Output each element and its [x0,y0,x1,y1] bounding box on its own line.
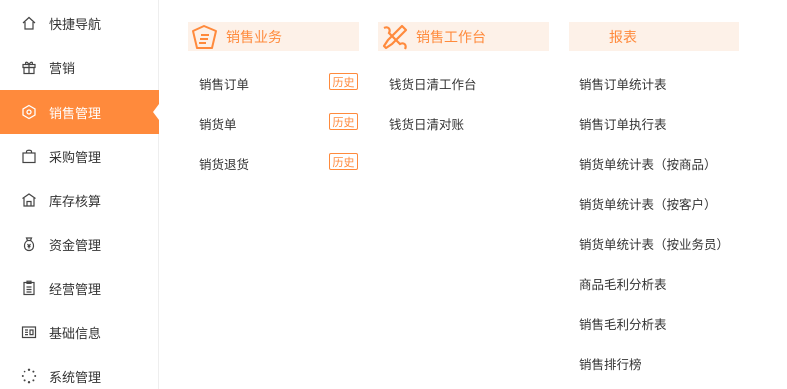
sidebar-item-marketing[interactable]: 营销 [0,45,159,89]
sales-order-link[interactable]: 销售订单 [199,74,249,93]
sales-workbench-header: 销售工作台 [378,22,549,51]
sidebar-item-purchase-management[interactable]: 采购管理 [0,134,159,178]
sidebar-item-label: 库存核算 [49,194,102,210]
warehouse-icon [20,192,37,209]
report-link[interactable]: 销货单统计表（按商品） [579,154,717,173]
report-link[interactable]: 销货单统计表（按业务员） [579,234,729,253]
sidebar-item-label: 资金管理 [49,238,102,254]
reports-header: 报表 [569,22,739,51]
sidebar-item-inventory-accounting[interactable]: 库存核算 [0,178,159,222]
sales-icon [20,104,37,121]
sales-document-icon [190,22,220,52]
daily-cash-reconciliation-link[interactable]: 钱货日清对账 [389,114,464,133]
report-link[interactable]: 销售排行榜 [579,354,642,373]
sidebar-item-label: 基础信息 [49,326,102,342]
settings-spinner-icon [20,368,37,385]
gift-icon [20,59,37,76]
sales-order-history-tag[interactable]: 历史 [329,73,358,90]
report-link[interactable]: 商品毛利分析表 [579,274,667,293]
sidebar-item-label: 经营管理 [49,282,102,298]
reports-title: 报表 [609,29,637,46]
sidebar-item-sales-management[interactable]: 销售管理 [0,90,159,134]
report-link[interactable]: 销售毛利分析表 [579,314,667,333]
sales-invoice-link[interactable]: 销货单 [199,114,237,133]
sales-business-header: 销售业务 [188,22,359,51]
sidebar-item-system-management[interactable]: 系统管理 [0,354,159,389]
sales-business-title: 销售业务 [226,29,282,46]
sidebar-item-label: 采购管理 [49,150,102,166]
home-icon [20,15,37,32]
sidebar-item-fund-management[interactable]: 资金管理 [0,222,159,266]
sidebar: 快捷导航 营销 销售管理 采购管理 库存核算 资金管理 经营管理 基础信息 系统… [0,0,159,389]
shopping-bag-icon [20,148,37,165]
sidebar-item-label: 营销 [49,61,76,77]
sales-return-link[interactable]: 销货退货 [199,154,249,173]
sidebar-item-label: 快捷导航 [49,17,102,33]
sales-return-history-tag[interactable]: 历史 [329,153,358,170]
report-link[interactable]: 销货单统计表（按客户） [579,194,717,213]
report-link[interactable]: 销售订单执行表 [579,114,667,133]
sales-workbench-title: 销售工作台 [416,29,486,46]
money-bag-icon [20,236,37,253]
sales-invoice-history-tag[interactable]: 历史 [329,113,358,130]
clipboard-icon [20,280,37,297]
sidebar-item-basic-info[interactable]: 基础信息 [0,310,159,354]
sidebar-item-label: 销售管理 [49,106,102,122]
sidebar-item-business-management[interactable]: 经营管理 [0,266,159,310]
daily-cash-workbench-link[interactable]: 钱货日清工作台 [389,74,477,93]
sidebar-item-quick-nav[interactable]: 快捷导航 [0,1,159,45]
id-card-icon [20,324,37,341]
report-link[interactable]: 销售订单统计表 [579,74,667,93]
workbench-tools-icon [380,22,410,52]
sidebar-item-label: 系统管理 [49,370,102,386]
